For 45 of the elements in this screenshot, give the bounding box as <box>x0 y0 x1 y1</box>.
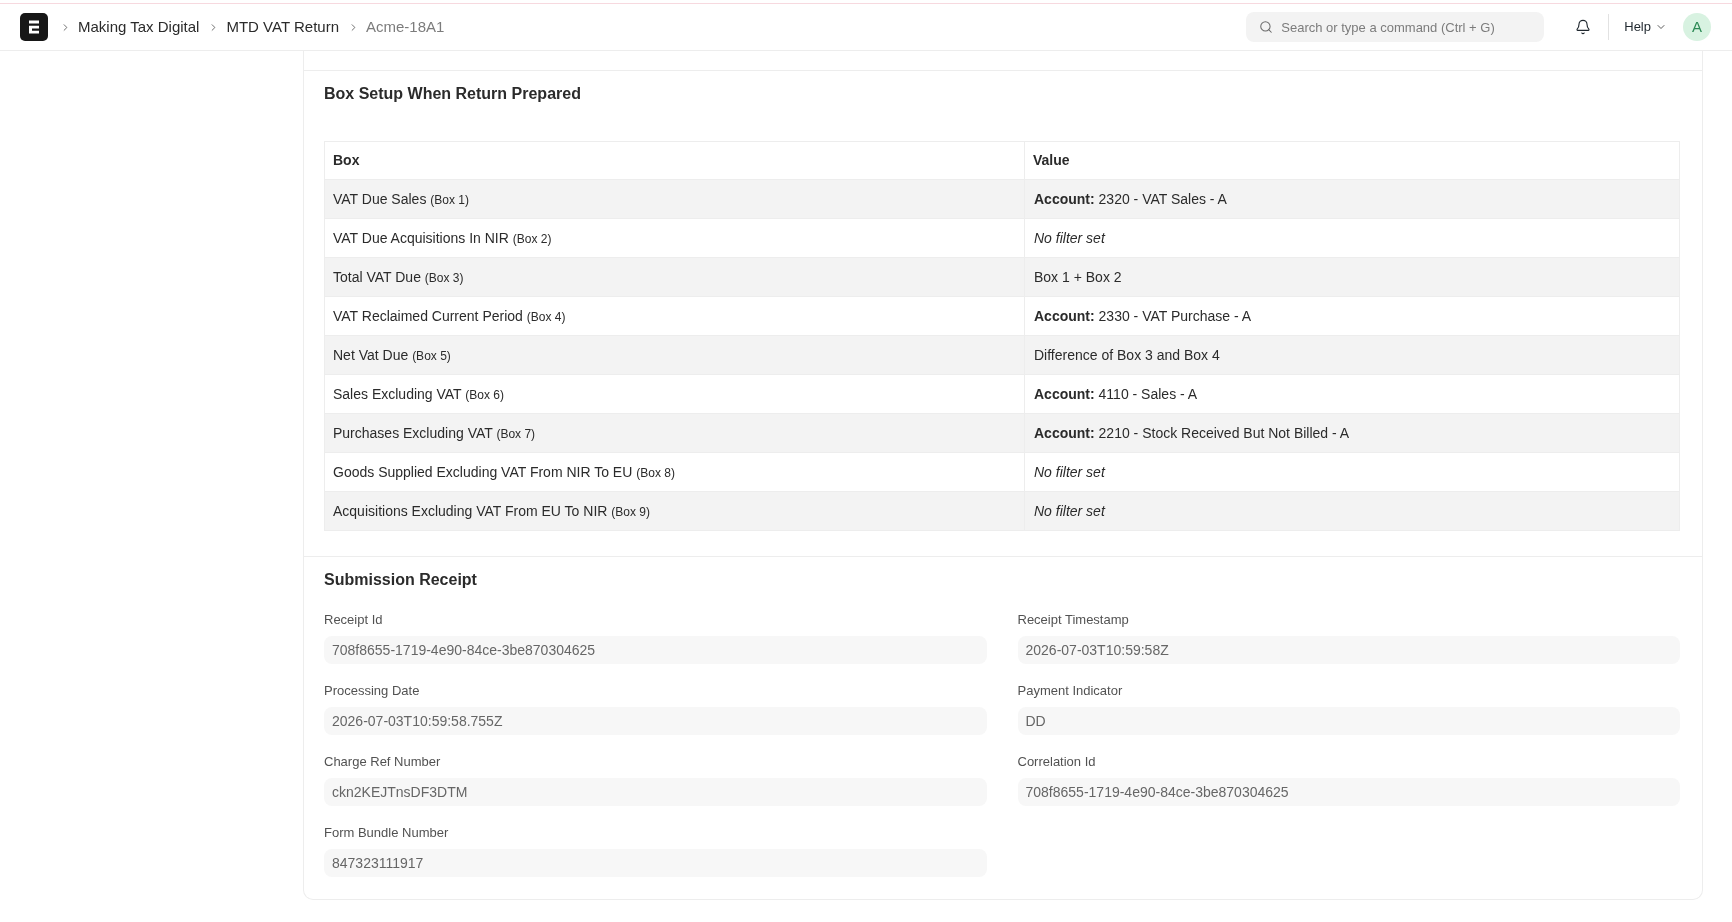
table-cell: Box 1 + Box 2 <box>1024 257 1680 297</box>
help-button[interactable]: Help <box>1624 18 1667 36</box>
table-cell: No filter set <box>1024 491 1680 531</box>
table-cell: Total VAT Due (Box 3) <box>324 257 1025 297</box>
table-cell: Purchases Excluding VAT (Box 7) <box>324 413 1025 453</box>
table-cell: Account: 2330 - VAT Purchase - A <box>1024 296 1680 336</box>
table-cell: No filter set <box>1024 452 1680 492</box>
section-title: Box Setup When Return Prepared <box>324 84 582 104</box>
field-label: Charge Ref Number <box>324 753 442 771</box>
value-field: 847323111917 <box>324 849 987 877</box>
table-cell: Goods Supplied Excluding VAT From NIR To EU (Box 8) <box>324 452 1025 492</box>
value-field: 2026-07-03T10:59:58.755Z <box>324 707 987 735</box>
table-cell: Difference of Box 3 and Box 4 <box>1024 335 1680 375</box>
table-cell: Sales Excluding VAT (Box 6) <box>324 374 1025 414</box>
field-label: Form Bundle Number <box>324 824 450 842</box>
value-field: 708f8655-1719-4e90-84ce-3be870304625 <box>324 636 987 664</box>
section-title: Submission Receipt <box>324 570 478 590</box>
field-label: Receipt Timestamp <box>1017 611 1130 629</box>
field-label: Processing Date <box>324 682 421 700</box>
table-cell: Account: 4110 - Sales - A <box>1024 374 1680 414</box>
breadcrumb-link[interactable]: MTD VAT Return <box>226 17 339 37</box>
table-cell: VAT Due Sales (Box 1) <box>324 179 1025 219</box>
app-logo[interactable] <box>20 13 48 41</box>
notification-bell-icon[interactable] <box>1575 19 1592 35</box>
value-field: DD <box>1017 707 1680 735</box>
table-cell: Acquisitions Excluding VAT From EU To NIR (Box 9) <box>324 491 1025 531</box>
value-field: 2026-07-03T10:59:58Z <box>1017 636 1680 664</box>
table-cell: Account: 2210 - Stock Received But Not Billed - A <box>1024 413 1680 453</box>
table-cell: Account: 2320 - VAT Sales - A <box>1024 179 1680 219</box>
table-cell: No filter set <box>1024 218 1680 258</box>
table-cell: VAT Reclaimed Current Period (Box 4) <box>324 296 1025 336</box>
column-header: Box <box>324 141 1025 180</box>
search-icon <box>1259 20 1274 34</box>
column-header: Value <box>1024 141 1680 180</box>
table-cell: VAT Due Acquisitions In NIR (Box 2) <box>324 218 1025 258</box>
field-label: Receipt Id <box>324 611 384 629</box>
table-cell: Net Vat Due (Box 5) <box>324 335 1025 375</box>
value-field: ckn2KEJTnsDF3DTM <box>324 778 987 806</box>
breadcrumb-link[interactable]: Making Tax Digital <box>78 17 200 37</box>
user-avatar[interactable]: A <box>1683 13 1711 41</box>
field-label: Payment Indicator <box>1017 682 1124 700</box>
search-field[interactable]: Search or type a command (Ctrl + G) <box>1246 12 1545 42</box>
value-field: 708f8655-1719-4e90-84ce-3be870304625 <box>1017 778 1680 806</box>
breadcrumb-link[interactable]: Acme-18A1 <box>366 17 445 37</box>
field-label: Correlation Id <box>1017 753 1097 771</box>
